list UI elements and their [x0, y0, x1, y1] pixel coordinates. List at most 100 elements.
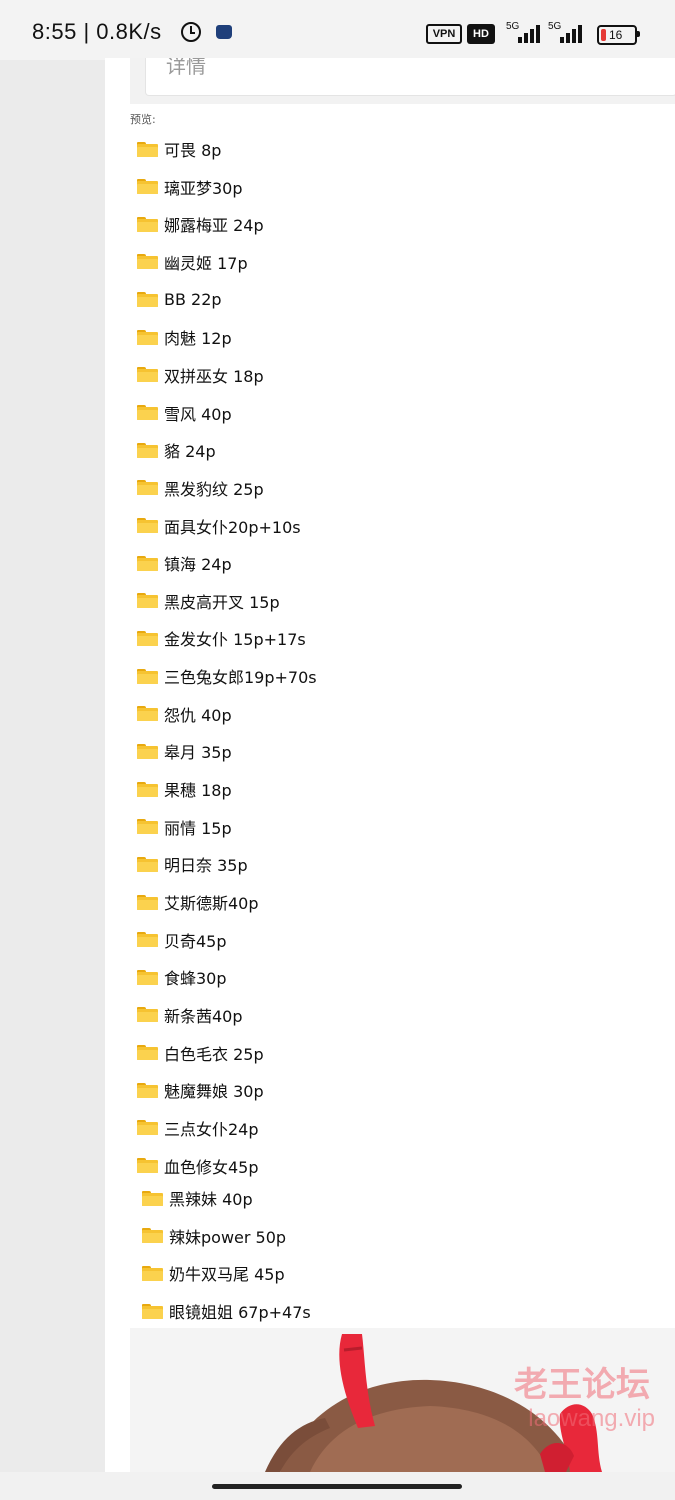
folder-item[interactable]: 白色毛衣 25p — [137, 1038, 264, 1068]
folder-item[interactable]: 雪风 40p — [137, 398, 232, 428]
folder-label: 食蜂30p — [164, 969, 227, 989]
folder-item[interactable]: 魅魔舞娘 30p — [137, 1075, 264, 1105]
folder-label: 肉魅 12p — [164, 329, 232, 349]
folder-icon — [137, 329, 158, 345]
folder-icon — [142, 1228, 163, 1244]
folder-item[interactable]: 双拼巫女 18p — [137, 360, 264, 390]
folder-icon — [137, 969, 158, 985]
folder-label: 魅魔舞娘 30p — [164, 1082, 264, 1102]
folder-icon — [137, 1082, 158, 1098]
folder-label: 面具女仆20p+10s — [164, 517, 301, 537]
folder-icon — [142, 1190, 163, 1206]
folder-icon — [137, 630, 158, 646]
folder-label: 雪风 40p — [164, 404, 232, 424]
folder-item[interactable]: 新条茜40p — [137, 1000, 243, 1030]
folder-label: 皋月 35p — [164, 743, 232, 763]
folder-item[interactable]: 皋月 35p — [137, 736, 232, 766]
folder-item[interactable]: 丽情 15p — [137, 812, 232, 842]
folder-icon — [137, 593, 158, 609]
folder-label: 璃亚梦30p — [164, 178, 243, 198]
folder-item[interactable]: 明日奈 35p — [137, 849, 248, 879]
folder-icon — [137, 894, 158, 910]
folder-label: 丽情 15p — [164, 818, 232, 838]
folder-label: 三色兔女郎19p+70s — [164, 668, 317, 688]
vpn-badge: VPN — [426, 24, 462, 44]
home-gesture-handle[interactable] — [212, 1484, 462, 1489]
folder-label: 娜露梅亚 24p — [164, 216, 264, 236]
folder-item[interactable]: 金发女仆 15p+17s — [137, 623, 306, 653]
folder-item[interactable]: 貉 24p — [137, 435, 216, 465]
folder-item[interactable]: 果穗 18p — [137, 774, 232, 804]
battery-icon: 16 — [597, 25, 637, 45]
folder-item[interactable]: 娜露梅亚 24p — [137, 209, 264, 239]
folder-label: 怨仇 40p — [164, 705, 232, 725]
folder-icon — [137, 781, 158, 797]
folder-item[interactable]: 黑发豹纹 25p — [137, 473, 264, 503]
folder-item[interactable]: 肉魅 12p — [137, 322, 232, 352]
folder-label: BB 22p — [164, 290, 222, 310]
watermark-url: laowang.vip — [528, 1405, 655, 1432]
folder-label: 辣妹power 50p — [169, 1227, 287, 1247]
folder-icon — [142, 1303, 163, 1319]
folder-icon — [137, 518, 158, 533]
folder-icon — [137, 555, 158, 571]
watermark-text: 老王论坛 — [514, 1365, 650, 1405]
folder-label: 白色毛衣 25p — [164, 1044, 264, 1064]
folder-icon — [137, 668, 158, 684]
folder-label: 明日奈 35p — [164, 856, 248, 876]
folder-icon — [137, 1120, 158, 1136]
folder-item[interactable]: 三色兔女郎19p+70s — [137, 661, 317, 691]
folder-label: 可畏 8p — [164, 141, 222, 160]
post-content: 详情 预览: 可畏 8p 璃亚梦30p 娜露梅亚 24p 幽灵姬 17p BB 22p 肉… — [105, 58, 675, 1472]
folder-label: 黑发豹纹 25p — [164, 479, 264, 499]
folder-icon — [137, 1045, 158, 1061]
folder-item[interactable]: 可畏 8p — [137, 134, 221, 164]
folder-item[interactable]: 奶牛双马尾 45p — [142, 1258, 285, 1288]
folder-icon — [137, 179, 158, 195]
folder-item[interactable]: 眼镜姐姐 67p+47s — [142, 1296, 311, 1326]
folder-icon — [137, 819, 158, 835]
folder-icon — [137, 254, 158, 270]
folder-item[interactable]: 璃亚梦30p — [137, 172, 243, 202]
folder-list: 可畏 8p 璃亚梦30p 娜露梅亚 24p 幽灵姬 17p BB 22p 肉魅 12p 双拼… — [105, 58, 675, 1358]
folder-icon — [137, 216, 158, 232]
folder-item[interactable]: 怨仇 40p — [137, 699, 232, 729]
folder-icon — [137, 367, 158, 383]
folder-item[interactable]: 黑辣妹 40p — [142, 1183, 253, 1213]
folder-label: 貉 24p — [164, 442, 216, 462]
folder-icon — [137, 141, 158, 157]
folder-item[interactable]: 幽灵姬 17p — [137, 247, 248, 277]
folder-label: 艾斯德斯40p — [164, 894, 259, 913]
folder-label: 金发女仆 15p+17s — [164, 630, 306, 650]
folder-item[interactable]: 辣妹power 50p — [142, 1221, 286, 1251]
folder-item[interactable]: BB 22p — [137, 285, 222, 315]
folder-icon — [137, 706, 158, 722]
folder-label: 奶牛双马尾 45p — [169, 1265, 285, 1285]
folder-icon — [137, 743, 158, 759]
signal-icon-1: 5G — [506, 21, 540, 43]
folder-label: 血色修女45p — [164, 1157, 259, 1177]
folder-label: 眼镜姐姐 67p+47s — [169, 1303, 311, 1323]
folder-item[interactable]: 面具女仆20p+10s — [137, 511, 301, 541]
folder-label: 黑皮高开叉 15p — [164, 592, 280, 612]
folder-item[interactable]: 食蜂30p — [137, 962, 227, 992]
folder-item[interactable]: 三点女仆24p — [137, 1113, 259, 1143]
signal-icon-2: 5G — [548, 21, 582, 43]
folder-icon — [137, 856, 158, 872]
folder-label: 贝奇45p — [164, 931, 227, 951]
folder-icon — [137, 1007, 158, 1023]
folder-label: 双拼巫女 18p — [164, 366, 264, 386]
folder-label: 新条茜40p — [164, 1006, 243, 1026]
folder-icon — [137, 480, 158, 496]
folder-icon — [142, 1265, 163, 1281]
folder-icon — [137, 932, 158, 948]
folder-label: 三点女仆24p — [164, 1119, 259, 1139]
folder-icon — [137, 442, 158, 458]
folder-icon — [137, 405, 158, 421]
folder-item[interactable]: 血色修女45p — [137, 1151, 259, 1181]
folder-item[interactable]: 黑皮高开叉 15p — [137, 586, 280, 616]
folder-item[interactable]: 艾斯德斯40p — [137, 887, 259, 917]
folder-item[interactable]: 贝奇45p — [137, 925, 227, 955]
folder-item[interactable]: 镇海 24p — [137, 548, 232, 578]
folder-label: 黑辣妹 40p — [169, 1190, 253, 1209]
